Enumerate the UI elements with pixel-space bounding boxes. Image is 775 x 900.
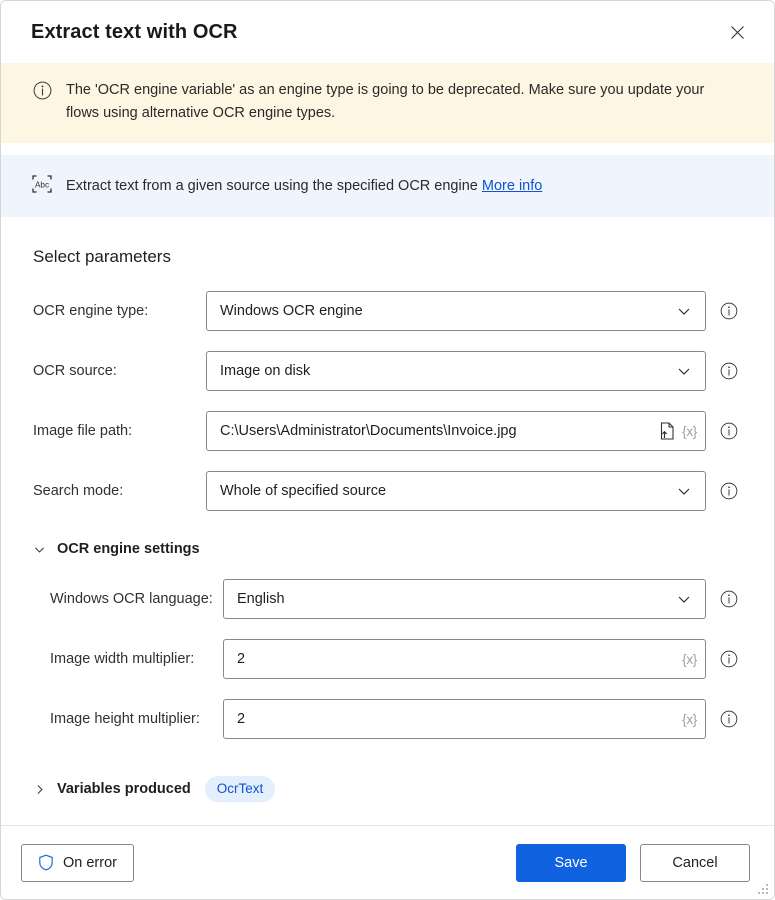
info-icon-windows-ocr-language[interactable]: [720, 590, 738, 608]
image-file-path-value: C:\Users\Administrator\Documents\Invoice…: [220, 423, 517, 439]
ocr-source-dropdown[interactable]: Image on disk: [206, 351, 706, 391]
chevron-down-icon: [33, 543, 51, 556]
svg-text:Abc: Abc: [35, 180, 49, 189]
description-text: Extract text from a given source using t…: [66, 178, 542, 194]
chevron-right-icon: [33, 783, 51, 796]
row-image-file-path: Image file path: C:\Users\Administrator\…: [1, 401, 774, 461]
abc-ocr-icon: Abc: [31, 174, 53, 199]
row-image-height-multiplier: Image height multiplier: 2 {x}: [1, 689, 774, 749]
info-icon-image-width-multiplier[interactable]: [720, 650, 738, 668]
variable-token-button[interactable]: {x}: [682, 712, 697, 727]
cancel-label: Cancel: [672, 854, 718, 871]
deprecation-warning-banner: The 'OCR engine variable' as an engine t…: [1, 63, 774, 143]
variables-produced-header[interactable]: Variables produced OcrText: [1, 769, 774, 809]
close-button[interactable]: [718, 15, 756, 49]
image-width-multiplier-input[interactable]: 2 {x}: [223, 639, 706, 679]
chevron-down-icon: [676, 483, 692, 499]
info-icon-ocr-source[interactable]: [720, 362, 738, 380]
label-image-width-multiplier: Image width multiplier:: [50, 651, 195, 667]
image-height-multiplier-input[interactable]: 2 {x}: [223, 699, 706, 739]
label-search-mode: Search mode:: [33, 483, 124, 499]
resize-grip[interactable]: [754, 880, 770, 896]
label-ocr-engine-type: OCR engine type:: [33, 303, 149, 319]
label-ocr-source: OCR source:: [33, 363, 117, 379]
image-height-multiplier-value: 2: [237, 711, 246, 727]
ocr-source-value: Image on disk: [220, 363, 311, 379]
dialog-title: Extract text with OCR: [31, 20, 238, 43]
image-file-path-input[interactable]: C:\Users\Administrator\Documents\Invoice…: [206, 411, 706, 451]
more-info-link[interactable]: More info: [482, 178, 542, 194]
row-ocr-engine-type: OCR engine type: Windows OCR engine: [1, 281, 774, 341]
info-circle-icon: [33, 81, 52, 105]
chevron-down-icon: [676, 363, 692, 379]
search-mode-dropdown[interactable]: Whole of specified source: [206, 471, 706, 511]
ocr-engine-settings-title: OCR engine settings: [57, 541, 200, 557]
variables-produced-title: Variables produced: [57, 781, 191, 797]
dialog-body: Select parameters OCR engine type: Windo…: [1, 217, 774, 825]
search-mode-value: Whole of specified source: [220, 483, 387, 499]
select-parameters-heading: Select parameters: [33, 247, 171, 266]
variable-token-button[interactable]: {x}: [682, 424, 697, 439]
info-icon-ocr-engine-type[interactable]: [720, 302, 738, 320]
row-search-mode: Search mode: Whole of specified source: [1, 461, 774, 521]
info-icon-search-mode[interactable]: [720, 482, 738, 500]
file-upload-icon[interactable]: [659, 422, 676, 440]
cancel-button[interactable]: Cancel: [640, 843, 750, 882]
warning-text: The 'OCR engine variable' as an engine t…: [66, 82, 705, 121]
action-description-banner: Abc Extract text from a given source usi…: [1, 155, 774, 217]
dialog-titlebar: Extract text with OCR: [1, 1, 774, 63]
variable-pill-ocrtext[interactable]: OcrText: [204, 776, 276, 802]
shield-icon: [38, 854, 54, 871]
windows-ocr-language-dropdown[interactable]: English: [223, 579, 706, 619]
chevron-down-icon: [676, 591, 692, 607]
on-error-label: On error: [63, 854, 117, 871]
save-button[interactable]: Save: [516, 843, 626, 882]
chevron-down-icon: [676, 303, 692, 319]
dialog-footer: On error Save Cancel: [1, 825, 774, 899]
label-windows-ocr-language: Windows OCR language:: [50, 591, 213, 607]
banner-gap: [1, 143, 774, 155]
row-ocr-source: OCR source: Image on disk: [1, 341, 774, 401]
label-image-height-multiplier: Image height multiplier:: [50, 711, 200, 727]
info-icon-image-file-path[interactable]: [720, 422, 738, 440]
windows-ocr-language-value: English: [237, 591, 285, 607]
row-windows-ocr-language: Windows OCR language: English: [1, 569, 774, 629]
ocr-engine-settings-header[interactable]: OCR engine settings: [1, 529, 774, 569]
row-image-width-multiplier: Image width multiplier: 2 {x}: [1, 629, 774, 689]
info-icon-image-height-multiplier[interactable]: [720, 710, 738, 728]
description-label: Extract text from a given source using t…: [66, 178, 478, 194]
save-label: Save: [554, 854, 588, 871]
extract-text-with-ocr-dialog: Extract text with OCR The 'OCR engine va…: [0, 0, 775, 900]
ocr-engine-type-value: Windows OCR engine: [220, 303, 363, 319]
close-icon: [730, 25, 744, 39]
ocr-engine-type-dropdown[interactable]: Windows OCR engine: [206, 291, 706, 331]
label-image-file-path: Image file path:: [33, 423, 133, 439]
image-width-multiplier-value: 2: [237, 651, 246, 667]
parameter-rows: OCR engine type: Windows OCR engine OCR …: [1, 267, 774, 809]
on-error-button[interactable]: On error: [21, 843, 134, 882]
variable-token-button[interactable]: {x}: [682, 652, 697, 667]
